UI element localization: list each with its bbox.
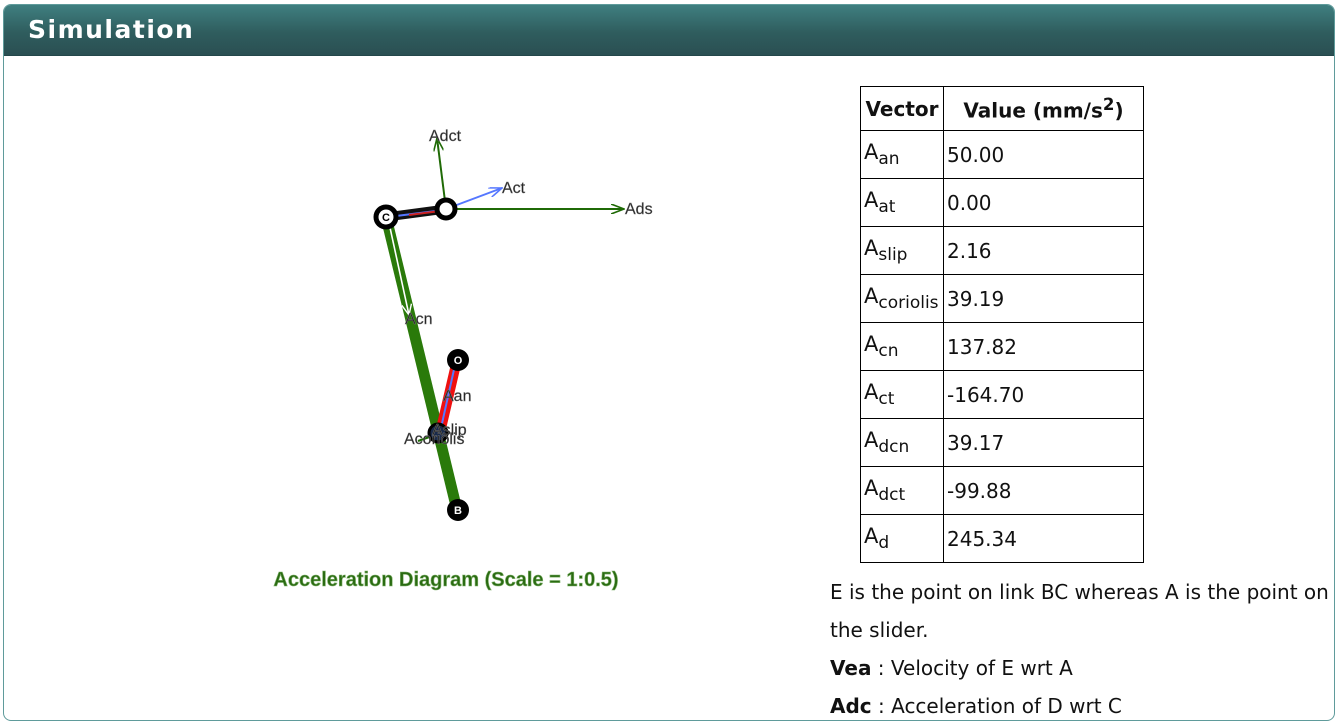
- joint-o-label: O: [454, 355, 463, 367]
- note-adc: Adc : Acceleration of D wrt C: [830, 687, 1334, 720]
- label-adct: Adct: [429, 128, 462, 145]
- label-acn: Acn: [405, 311, 433, 328]
- table-row: Adcn 39.17: [860, 418, 1144, 467]
- simulation-panel: Simulation C O B Adct Act Ads Acn Aan As…: [3, 4, 1335, 721]
- value-cell: 39.19: [943, 274, 1144, 323]
- vector-cell: Act: [860, 370, 944, 419]
- vector-cell: Ad: [860, 514, 944, 563]
- desc-adc: : Acceleration of D wrt C: [871, 694, 1122, 718]
- acceleration-table: Vector Value (mm/s2) Aan 50.00 Aat 0.00 …: [860, 86, 1144, 563]
- column-header-value: Value (mm/s2): [943, 86, 1144, 131]
- diagram-caption: Acceleration Diagram (Scale = 1:0.5): [273, 569, 618, 591]
- acceleration-diagram: C O B Adct Act Ads Acn Aan Aslip Acoriol…: [273, 128, 653, 591]
- label-aan: Aan: [443, 388, 471, 405]
- label-acoriolis: Acoriolis: [404, 431, 464, 448]
- joint-o: O: [447, 349, 469, 371]
- table-row: Acoriolis 39.19: [860, 274, 1144, 323]
- column-header-vector: Vector: [860, 86, 944, 131]
- table-row: Act -164.70: [860, 370, 1144, 419]
- desc-vea: : Velocity of E wrt A: [871, 656, 1073, 680]
- joint-c: C: [373, 204, 399, 230]
- value-cell: 2.16: [943, 226, 1144, 275]
- note-vea: Vea : Velocity of E wrt A: [830, 649, 1334, 687]
- joint-b-label: B: [454, 505, 462, 517]
- table-row: Aat 0.00: [860, 178, 1144, 227]
- table-row: Acn 137.82: [860, 322, 1144, 371]
- table-row: Ad 245.34: [860, 514, 1144, 563]
- panel-title: Simulation: [4, 5, 1334, 56]
- joint-b: B: [447, 499, 469, 521]
- vector-cell: Aat: [860, 178, 944, 227]
- label-ads: Ads: [625, 201, 653, 218]
- vector-cell: Aslip: [860, 226, 944, 275]
- value-cell: 245.34: [943, 514, 1144, 563]
- vector-acn: [388, 222, 409, 315]
- label-act: Act: [502, 180, 526, 197]
- table-row: Aan 50.00: [860, 130, 1144, 179]
- value-cell: -99.88: [943, 466, 1144, 515]
- term-adc: Adc: [830, 694, 872, 718]
- value-cell: 50.00: [943, 130, 1144, 179]
- term-vea: Vea: [830, 656, 872, 680]
- table-row: Aslip 2.16: [860, 226, 1144, 275]
- joint-c-label: C: [382, 212, 390, 224]
- vector-cell: Aan: [860, 130, 944, 179]
- value-cell: 0.00: [943, 178, 1144, 227]
- value-cell: 137.82: [943, 322, 1144, 371]
- value-cell: -164.70: [943, 370, 1144, 419]
- table-row: Adct -99.88: [860, 466, 1144, 515]
- notes: E is the point on link BC whereas A is t…: [830, 573, 1334, 720]
- value-cell: 39.17: [943, 418, 1144, 467]
- joint-d: [434, 197, 458, 221]
- vector-cell: Adcn: [860, 418, 944, 467]
- vector-cell: Acoriolis: [860, 274, 944, 323]
- vector-cell: Acn: [860, 322, 944, 371]
- note-points: E is the point on link BC whereas A is t…: [830, 580, 1329, 642]
- vector-cell: Adct: [860, 466, 944, 515]
- table-header-row: Vector Value (mm/s2): [860, 86, 1144, 131]
